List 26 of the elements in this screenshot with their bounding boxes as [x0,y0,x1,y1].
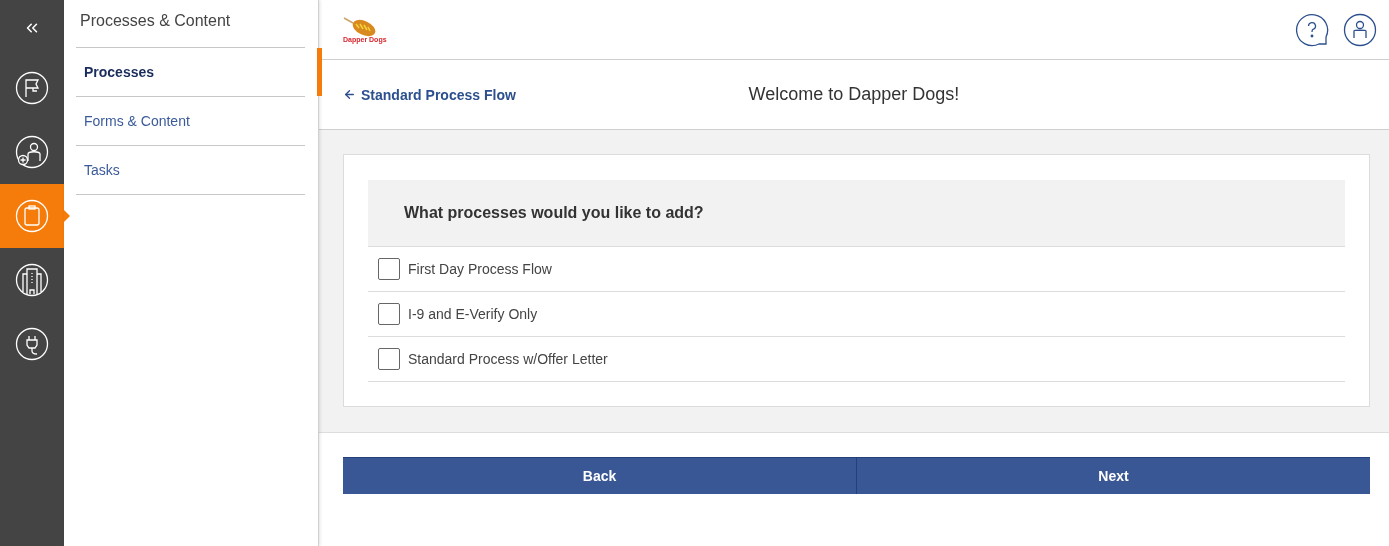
option-label: Standard Process w/Offer Letter [408,351,608,367]
active-marker [317,48,322,96]
pointer-icon [64,210,70,222]
back-arrow-icon [343,88,356,101]
flag-icon [15,71,49,105]
plug-icon [15,327,49,361]
checkbox[interactable] [378,258,400,280]
option-label: I-9 and E-Verify Only [408,306,538,322]
option-label: First Day Process Flow [408,261,552,277]
page-title: Welcome to Dapper Dogs! [748,84,960,105]
subnav-item[interactable]: Processes [76,48,305,97]
checkbox[interactable] [378,303,400,325]
next-button[interactable]: Next [856,457,1370,494]
subnav-item[interactable]: Forms & Content [76,97,305,146]
building-icon [15,263,49,297]
help-icon[interactable] [1295,12,1329,47]
clipboard-icon [15,199,49,233]
back-button[interactable]: Back [343,457,856,494]
user-icon[interactable] [1343,12,1377,47]
person-add-icon [15,135,49,169]
corn-dog-logo-icon [343,16,377,38]
back-link[interactable]: Standard Process Flow [343,86,749,103]
subnav-title: Processes & Content [76,0,305,48]
question-prompt: What processes would you like to add? [368,180,1345,247]
checkbox[interactable] [378,348,400,370]
subnav-item[interactable]: Tasks [76,146,305,195]
